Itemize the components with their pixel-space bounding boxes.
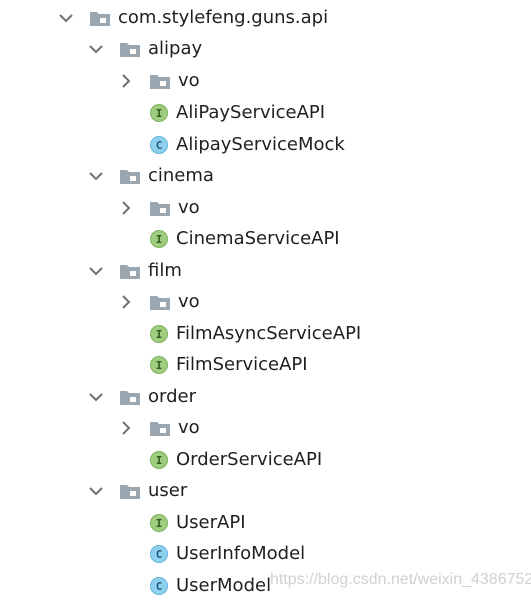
tree-node-label: vo — [178, 291, 200, 312]
chevron-right-icon[interactable] — [118, 73, 134, 89]
tree-node-package-vo[interactable]: vo — [118, 193, 200, 223]
chevron-right-icon[interactable] — [118, 420, 134, 436]
tree-node-label: FilmAsyncServiceAPI — [176, 323, 362, 344]
tree-node-label: AlipayServiceMock — [176, 134, 345, 155]
tree-node-package-order[interactable]: order — [88, 382, 196, 412]
tree-node-package-user[interactable]: user — [88, 476, 187, 506]
tree-node-class[interactable]: C UserModel — [150, 571, 271, 601]
chevron-down-icon[interactable] — [88, 389, 104, 405]
tree-node-interface[interactable]: I AliPayServiceAPI — [150, 98, 325, 128]
tree-node-package-cinema[interactable]: cinema — [88, 161, 214, 191]
tree-node-root[interactable]: com.stylefeng.guns.api — [58, 3, 328, 33]
project-tree: com.stylefeng.guns.api alipay vo I AliPa… — [0, 0, 531, 601]
interface-icon: I — [150, 514, 168, 532]
tree-node-label: OrderServiceAPI — [176, 449, 323, 470]
tree-node-label: com.stylefeng.guns.api — [118, 7, 329, 28]
tree-node-label: order — [148, 386, 196, 407]
class-icon: C — [150, 136, 168, 154]
tree-node-package-alipay[interactable]: alipay — [88, 34, 202, 64]
class-icon: C — [150, 545, 168, 563]
tree-node-label: user — [148, 480, 188, 501]
interface-icon: I — [150, 451, 168, 469]
package-folder-icon — [118, 482, 142, 500]
tree-node-class[interactable]: C UserInfoModel — [150, 539, 305, 569]
tree-node-label: UserInfoModel — [176, 543, 306, 564]
tree-node-label: vo — [178, 70, 200, 91]
tree-node-package-vo[interactable]: vo — [118, 413, 200, 443]
interface-icon: I — [150, 356, 168, 374]
tree-node-interface[interactable]: I UserAPI — [150, 508, 246, 538]
tree-node-label: UserModel — [176, 575, 272, 596]
tree-node-interface[interactable]: I CinemaServiceAPI — [150, 224, 340, 254]
tree-node-class[interactable]: C AlipayServiceMock — [150, 130, 345, 160]
package-folder-icon — [148, 419, 172, 437]
tree-node-label: AliPayServiceAPI — [176, 102, 326, 123]
chevron-down-icon[interactable] — [88, 483, 104, 499]
tree-node-label: UserAPI — [176, 512, 246, 533]
tree-node-interface[interactable]: I FilmServiceAPI — [150, 350, 308, 380]
chevron-down-icon[interactable] — [88, 41, 104, 57]
watermark-text: https://blog.csdn.net/weixin_43867524 — [270, 571, 531, 588]
class-icon: C — [150, 577, 168, 595]
package-folder-icon — [148, 72, 172, 90]
interface-icon: I — [150, 104, 168, 122]
package-folder-icon — [118, 388, 142, 406]
tree-node-interface[interactable]: I FilmAsyncServiceAPI — [150, 319, 361, 349]
chevron-down-icon[interactable] — [88, 263, 104, 279]
tree-node-label: vo — [178, 417, 200, 438]
package-folder-icon — [118, 262, 142, 280]
tree-node-package-vo[interactable]: vo — [118, 287, 200, 317]
tree-node-label: CinemaServiceAPI — [176, 228, 340, 249]
chevron-right-icon[interactable] — [118, 200, 134, 216]
tree-node-label: vo — [178, 197, 200, 218]
package-folder-icon — [118, 40, 142, 58]
chevron-right-icon[interactable] — [118, 294, 134, 310]
tree-node-interface[interactable]: I OrderServiceAPI — [150, 445, 322, 475]
tree-node-label: alipay — [148, 38, 203, 59]
interface-icon: I — [150, 230, 168, 248]
tree-node-package-film[interactable]: film — [88, 256, 182, 286]
tree-node-label: cinema — [148, 165, 214, 186]
chevron-down-icon[interactable] — [58, 10, 74, 26]
package-folder-icon — [148, 293, 172, 311]
tree-node-package-vo[interactable]: vo — [118, 66, 200, 96]
tree-node-label: film — [148, 260, 182, 281]
interface-icon: I — [150, 325, 168, 343]
chevron-down-icon[interactable] — [88, 168, 104, 184]
package-folder-icon — [148, 199, 172, 217]
package-folder-icon — [88, 9, 112, 27]
tree-node-label: FilmServiceAPI — [176, 354, 308, 375]
package-folder-icon — [118, 167, 142, 185]
